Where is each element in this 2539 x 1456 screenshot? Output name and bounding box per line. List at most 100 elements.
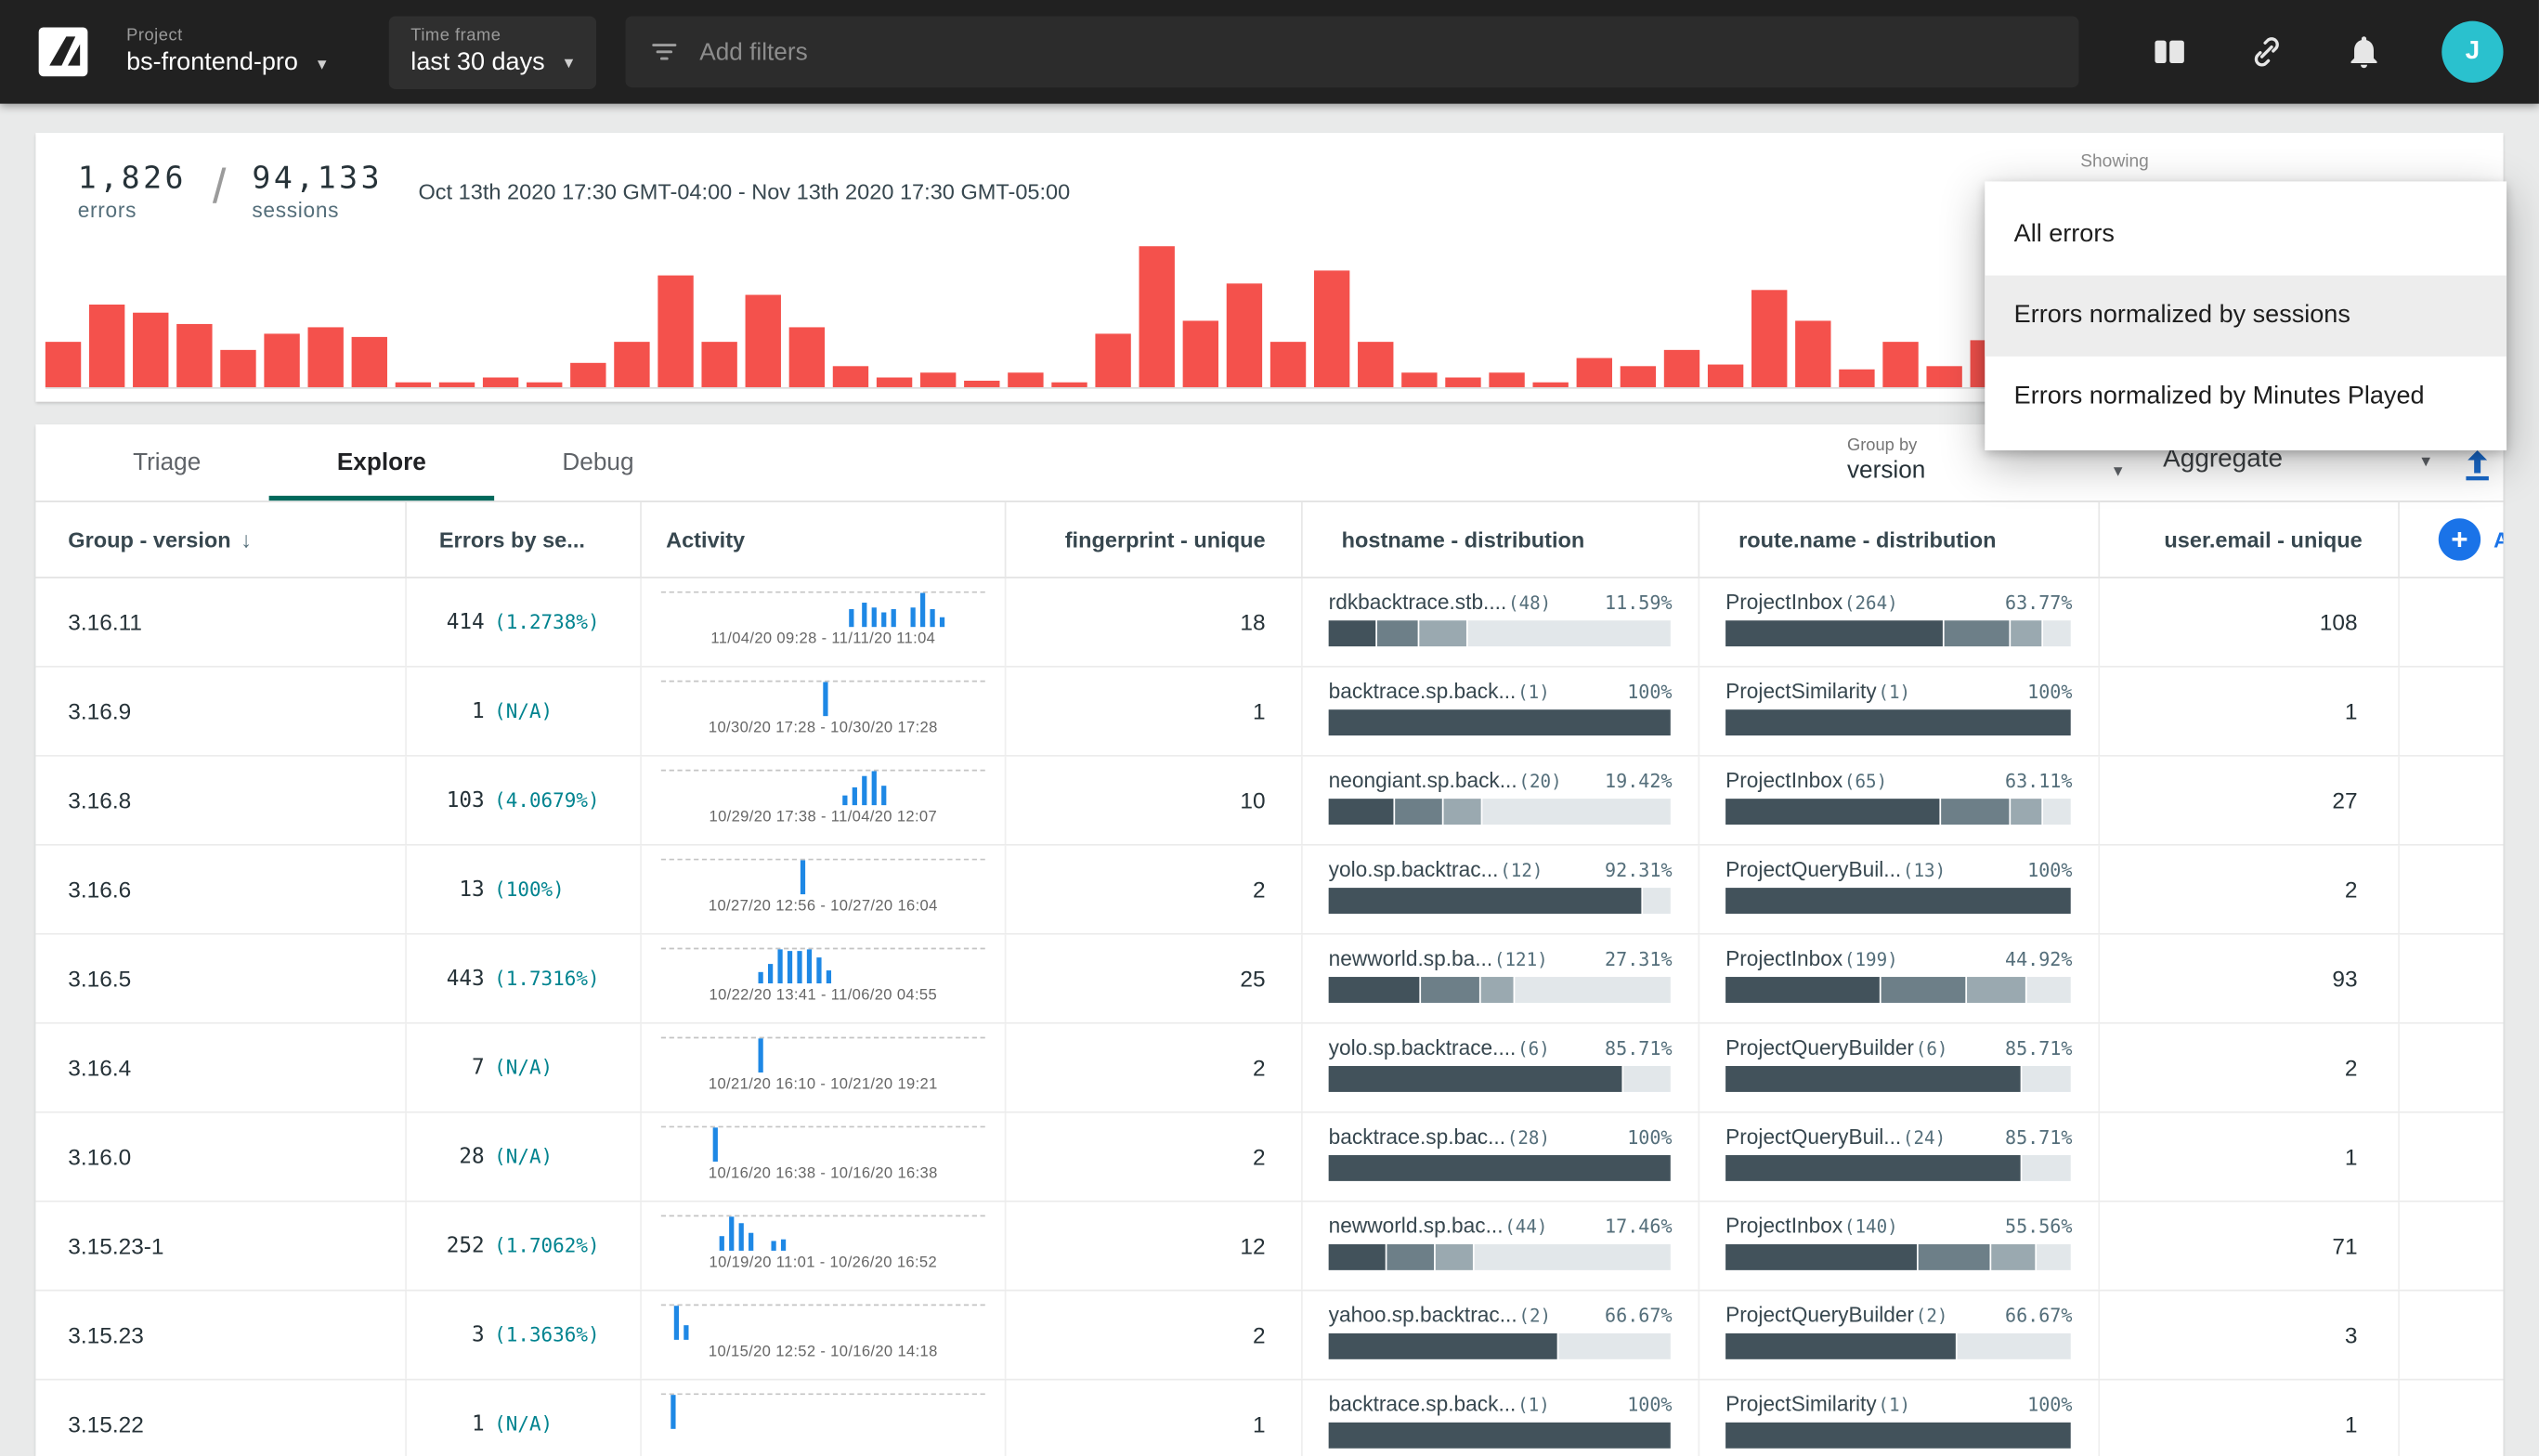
table-row[interactable]: 3.16.5 443 (1.7316%) 10/22/20 13:41 - 11…	[35, 935, 2503, 1024]
header-errors[interactable]: Errors by se...	[405, 502, 640, 577]
histogram-bar[interactable]	[133, 313, 168, 387]
sessions-caption: sessions	[252, 198, 383, 222]
histogram-bar[interactable]	[1489, 372, 1524, 387]
table-row[interactable]: 3.16.11 414 (1.2738%) 11/04/20 09:28 - 1…	[35, 578, 2503, 668]
table-row[interactable]: 3.16.6 13 (100%) 10/27/20 12:56 - 10/27/…	[35, 846, 2503, 935]
project-select[interactable]: Project bs-frontend-pro ▾	[126, 26, 326, 78]
histogram-bar[interactable]	[920, 372, 956, 387]
histogram-bar[interactable]	[1095, 333, 1130, 387]
histogram-bar[interactable]	[307, 327, 343, 387]
version-cell[interactable]: 3.16.6	[35, 846, 405, 933]
histogram-bar[interactable]	[46, 342, 81, 387]
histogram-bar[interactable]	[89, 305, 124, 387]
histogram-bar[interactable]	[877, 378, 912, 387]
version-cell[interactable]: 3.16.9	[35, 668, 405, 755]
route-percent: 66.67%	[2005, 1304, 2072, 1326]
link-icon[interactable]	[2247, 32, 2286, 72]
histogram-bar[interactable]	[1795, 320, 1830, 387]
histogram-bar[interactable]	[1839, 370, 1874, 387]
histogram-bar[interactable]	[396, 383, 431, 387]
activity-sparkline	[661, 1393, 985, 1428]
showing-select-field[interactable]: Showing	[2045, 143, 2504, 185]
add-column-button[interactable]: +	[2439, 518, 2480, 560]
histogram-bar[interactable]	[1401, 372, 1437, 387]
histogram-bar[interactable]	[1926, 366, 1961, 387]
menu-item-errors-normalized-minutes[interactable]: Errors normalized by Minutes Played	[1985, 357, 2506, 437]
histogram-bar[interactable]	[1621, 366, 1656, 387]
histogram-bar[interactable]	[176, 324, 212, 387]
histogram-bar[interactable]	[789, 327, 825, 387]
histogram-bar[interactable]	[1532, 383, 1568, 387]
menu-item-all-errors[interactable]: All errors	[1985, 194, 2506, 275]
header-user-email[interactable]: user.email - unique	[2098, 502, 2398, 577]
route-distribution-bar	[1725, 1333, 2072, 1359]
version-cell[interactable]: 3.15.22	[35, 1380, 405, 1456]
table-body: 3.16.11 414 (1.2738%) 11/04/20 09:28 - 1…	[35, 578, 2503, 1456]
version-cell[interactable]: 3.15.23-1	[35, 1202, 405, 1290]
table-row[interactable]: 3.15.23 3 (1.3636%) 10/15/20 12:52 - 10/…	[35, 1292, 2503, 1381]
menu-item-errors-normalized-sessions[interactable]: Errors normalized by sessions	[1985, 276, 2506, 357]
backtrace-logo-icon[interactable]	[35, 24, 90, 79]
route-percent: 100%	[2027, 1393, 2072, 1415]
histogram-bar[interactable]	[1358, 342, 1393, 387]
header-route-name[interactable]: route.name - distribution	[1698, 502, 2098, 577]
histogram-bar[interactable]	[570, 363, 605, 387]
timeframe-select[interactable]: Time frame last 30 days ▾	[388, 16, 596, 89]
histogram-bar[interactable]	[1270, 342, 1306, 387]
histogram-bar[interactable]	[1751, 290, 1787, 387]
histogram-bar[interactable]	[352, 337, 387, 387]
header-fingerprint[interactable]: fingerprint - unique	[1005, 502, 1301, 577]
sessions-count: 94,133	[252, 161, 383, 196]
header-activity[interactable]: Activity	[640, 502, 1005, 577]
histogram-bar[interactable]	[964, 381, 999, 387]
histogram-bar[interactable]	[1227, 283, 1262, 387]
dashboard-icon[interactable]	[2150, 32, 2189, 72]
histogram-bar[interactable]	[1445, 378, 1480, 387]
table-row[interactable]: 3.16.9 1 (N/A) 10/30/20 17:28 - 10/30/20…	[35, 668, 2503, 757]
add-column-cell	[2398, 1202, 2503, 1290]
table-row[interactable]: 3.15.22 1 (N/A) 1 backtrace.sp.back... (…	[35, 1380, 2503, 1456]
histogram-bar[interactable]	[1051, 383, 1087, 387]
table-row[interactable]: 3.16.0 28 (N/A) 10/16/20 16:38 - 10/16/2…	[35, 1113, 2503, 1202]
histogram-bar[interactable]	[264, 333, 299, 387]
table-row[interactable]: 3.15.23-1 252 (1.7062%) 10/19/20 11:01 -…	[35, 1202, 2503, 1292]
sparkline-bar	[940, 618, 944, 627]
version-cell[interactable]: 3.15.23	[35, 1292, 405, 1379]
histogram-bar[interactable]	[1708, 365, 1743, 387]
histogram-bar[interactable]	[1577, 358, 1612, 387]
version-cell[interactable]: 3.16.0	[35, 1113, 405, 1201]
histogram-bar[interactable]	[439, 383, 475, 387]
distribution-segment	[2026, 977, 2071, 1003]
tab-triage[interactable]: Triage	[65, 424, 269, 500]
route-name: ProjectInbox	[1725, 768, 1842, 792]
tab-explore[interactable]: Explore	[269, 424, 495, 500]
histogram-bar[interactable]	[658, 276, 693, 387]
histogram-bar[interactable]	[1139, 246, 1175, 387]
histogram-bar[interactable]	[1314, 270, 1349, 387]
histogram-bar[interactable]	[483, 378, 518, 387]
histogram-bar[interactable]	[746, 295, 781, 387]
version-cell[interactable]: 3.16.4	[35, 1024, 405, 1112]
histogram-bar[interactable]	[527, 383, 562, 387]
version-cell[interactable]: 3.16.5	[35, 935, 405, 1022]
histogram-bar[interactable]	[1183, 320, 1218, 387]
tab-debug[interactable]: Debug	[494, 424, 702, 500]
histogram-bar[interactable]	[701, 342, 736, 387]
histogram-bar[interactable]	[614, 342, 649, 387]
histogram-bar[interactable]	[1882, 342, 1918, 387]
histogram-bar[interactable]	[833, 366, 868, 387]
upload-icon[interactable]	[2458, 446, 2497, 485]
histogram-bar[interactable]	[1664, 350, 1699, 387]
version-cell[interactable]: 3.16.11	[35, 578, 405, 666]
histogram-bar[interactable]	[220, 350, 255, 387]
histogram-bar[interactable]	[1008, 372, 1043, 387]
table-row[interactable]: 3.16.8 103 (4.0679%) 10/29/20 17:38 - 11…	[35, 757, 2503, 846]
errors-count-value: 3	[416, 1323, 484, 1347]
header-hostname[interactable]: hostname - distribution	[1301, 502, 1698, 577]
notifications-bell-icon[interactable]	[2345, 32, 2384, 72]
filter-input[interactable]: Add filters	[625, 16, 2078, 87]
header-group-version[interactable]: Group - version ↓	[35, 502, 405, 577]
version-cell[interactable]: 3.16.8	[35, 757, 405, 844]
user-avatar[interactable]: J	[2441, 21, 2503, 83]
table-row[interactable]: 3.16.4 7 (N/A) 10/21/20 16:10 - 10/21/20…	[35, 1024, 2503, 1113]
